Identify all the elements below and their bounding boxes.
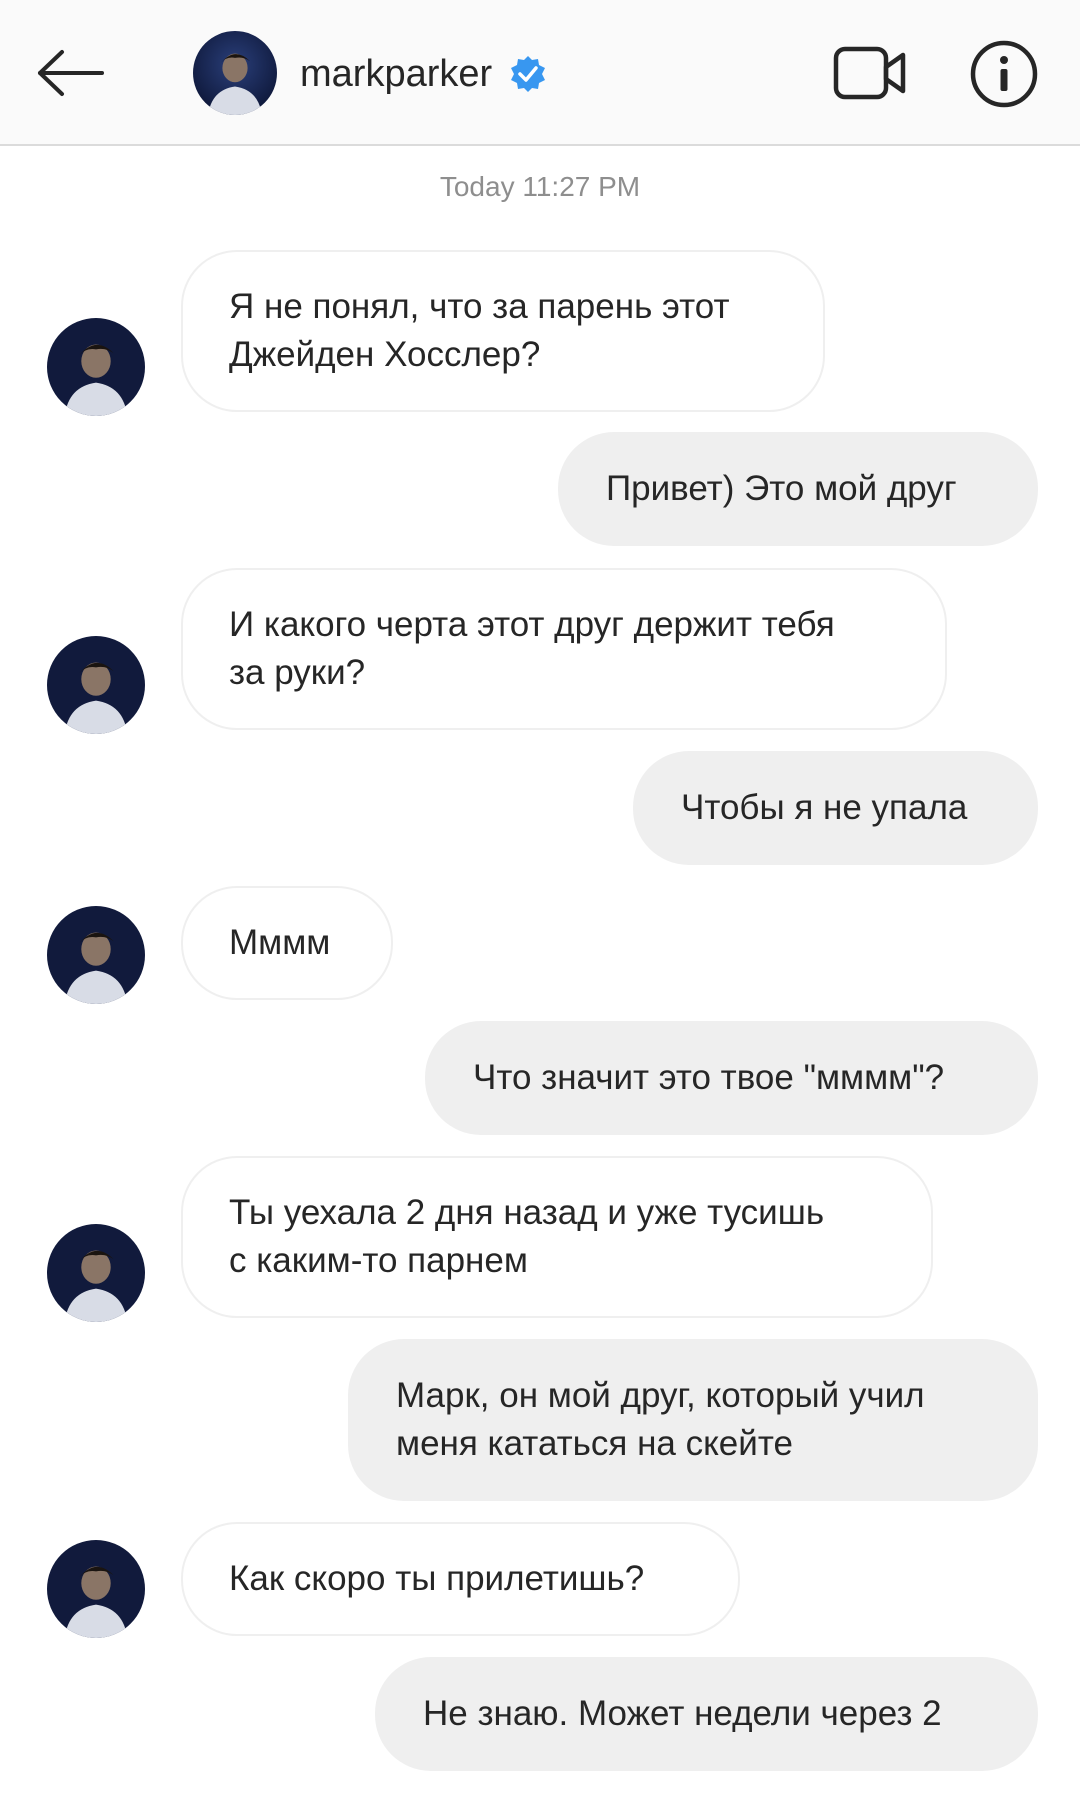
message-sent[interactable]: Чтобы я не упала (633, 751, 1038, 865)
message-sent[interactable]: Не знаю. Может недели через 2 (375, 1657, 1038, 1771)
header-avatar[interactable] (193, 31, 277, 115)
info-circle-icon (970, 40, 1038, 108)
profile-photo (47, 1540, 145, 1638)
message-received[interactable]: Ты уехала 2 дня назад и уже тусишь с как… (181, 1156, 933, 1318)
info-button[interactable] (966, 36, 1042, 112)
back-button[interactable] (28, 38, 112, 108)
message-sent[interactable]: Привет) Это мой друг (558, 432, 1038, 546)
arrow-left-icon (38, 50, 104, 96)
message-sent[interactable]: Марк, он мой друг, который учил меня кат… (348, 1339, 1038, 1501)
profile-photo (47, 318, 145, 416)
sender-avatar[interactable] (47, 906, 145, 1004)
sender-avatar[interactable] (47, 636, 145, 734)
profile-photo (47, 906, 145, 1004)
message-received[interactable]: Я не понял, что за парень этот Джейден Х… (181, 250, 825, 412)
profile-photo (47, 1224, 145, 1322)
message-sent[interactable]: Что значит это твое "мммм"? (425, 1021, 1038, 1135)
message-received[interactable]: Как скоро ты прилетишь? (181, 1522, 740, 1636)
message-received[interactable]: Мммм (181, 886, 393, 1000)
video-call-button[interactable] (830, 38, 910, 108)
header-username[interactable]: markparker (300, 52, 548, 96)
username-text: markparker (300, 53, 493, 95)
message-received[interactable]: И какого черта этот друг держит тебя за … (181, 568, 947, 730)
chat-header: markparker (0, 0, 1080, 146)
verified-badge-icon (511, 56, 546, 92)
sender-avatar[interactable] (47, 1224, 145, 1322)
sender-avatar[interactable] (47, 1540, 145, 1638)
profile-photo (193, 31, 277, 115)
sender-avatar[interactable] (47, 318, 145, 416)
video-camera-icon (833, 46, 906, 100)
profile-photo (47, 636, 145, 734)
conversation-timestamp: Today 11:27 PM (439, 171, 641, 202)
